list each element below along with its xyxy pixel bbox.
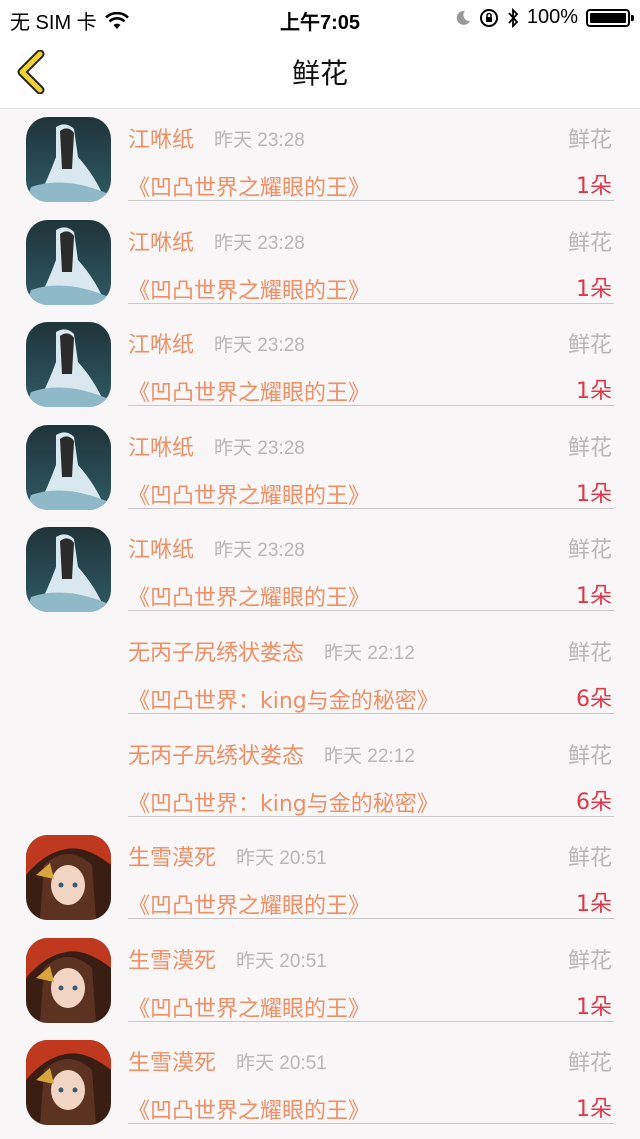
book-title[interactable]: 《凹凸世界：king与金的秘密》 <box>128 683 439 715</box>
sender-name[interactable]: 江咻纸 <box>128 225 194 257</box>
avatar-red-hair[interactable] <box>26 937 111 1023</box>
gift-row[interactable]: 无丙子尻绣状娄态 昨天 22:12 鲜花《凹凸世界：king与金的秘密》 6朵 <box>0 724 640 827</box>
avatar-white-robe[interactable] <box>26 219 111 305</box>
avatar-white-robe[interactable] <box>26 117 111 202</box>
sender-name[interactable]: 无丙子尻绣状娄态 <box>128 738 304 770</box>
sender-name[interactable]: 江咻纸 <box>128 430 194 462</box>
book-title[interactable]: 《凹凸世界之耀眼的王》 <box>128 1093 370 1125</box>
flower-count: 1朵 <box>576 1097 612 1123</box>
nav-bar: 鲜花 <box>0 34 640 109</box>
gift-row[interactable]: 生雪漠死 昨天 20:51 鲜花《凹凸世界之耀眼的王》 1朵 <box>0 929 640 1032</box>
flower-count: 1朵 <box>576 584 612 610</box>
battery-percent: 100% <box>526 6 578 28</box>
row-divider <box>128 507 614 509</box>
gift-row[interactable]: 生雪漠死 昨天 20:51 鲜花《凹凸世界之耀眼的王》 1朵 <box>0 1031 640 1134</box>
gift-row[interactable]: 江咻纸 昨天 23:28 鲜花《凹凸世界之耀眼的王》 1朵 <box>0 416 640 519</box>
sender-name[interactable]: 生雪漠死 <box>128 840 216 872</box>
sender-name[interactable]: 无丙子尻绣状娄态 <box>128 635 304 667</box>
row-divider <box>128 302 614 304</box>
row-divider <box>128 1123 614 1125</box>
gift-type: 鲜花 <box>567 640 612 666</box>
gift-time: 昨天 20:51 <box>236 950 327 972</box>
sender-name[interactable]: 生雪漠死 <box>128 943 216 975</box>
gift-time: 昨天 20:51 <box>236 848 327 870</box>
flower-count: 1朵 <box>576 276 612 302</box>
gift-type: 鲜花 <box>567 435 612 461</box>
flower-count: 6朵 <box>576 789 612 815</box>
flower-count: 1朵 <box>576 481 612 507</box>
gift-time: 昨天 23:28 <box>214 232 305 254</box>
book-title[interactable]: 《凹凸世界之耀眼的王》 <box>128 478 370 510</box>
battery-icon <box>586 8 634 27</box>
gift-row[interactable]: 江咻纸 昨天 23:28 鲜花《凹凸世界之耀眼的王》 1朵 <box>0 518 640 621</box>
status-bar: 无 SIM 卡 上午7:05 100% <box>0 0 640 34</box>
gift-type: 鲜花 <box>567 333 612 359</box>
book-title[interactable]: 《凹凸世界之耀眼的王》 <box>128 888 370 920</box>
page-title: 鲜花 <box>291 57 348 90</box>
bluetooth-icon <box>508 7 519 28</box>
moon-icon <box>456 10 470 25</box>
avatar-white-robe[interactable] <box>26 424 111 510</box>
gift-time: 昨天 20:51 <box>236 1053 327 1075</box>
gift-type: 鲜花 <box>567 1051 612 1077</box>
gift-row[interactable]: 江咻纸 昨天 23:28 鲜花《凹凸世界之耀眼的王》 1朵 <box>0 313 640 416</box>
gift-row[interactable]: 江咻纸 昨天 23:28 鲜花《凹凸世界之耀眼的王》 1朵 <box>0 211 640 314</box>
flower-count: 1朵 <box>576 174 612 199</box>
row-divider <box>128 405 614 407</box>
book-title[interactable]: 《凹凸世界：king与金的秘密》 <box>128 786 439 818</box>
gift-list: 江咻纸 昨天 23:28 鲜花 《凹凸世界之耀眼的王》 1朵 江咻纸 昨天 23:28 鲜花《… <box>0 108 640 1134</box>
sender-name[interactable]: 江咻纸 <box>128 532 194 564</box>
gift-type: 鲜花 <box>567 846 612 872</box>
book-title[interactable]: 《凹凸世界之耀眼的王》 <box>128 273 370 305</box>
gift-row[interactable]: 生雪漠死 昨天 20:51 鲜花《凹凸世界之耀眼的王》 1朵 <box>0 826 640 929</box>
gift-time: 昨天 23:28 <box>214 437 305 459</box>
sender-name[interactable]: 江咻纸 <box>128 122 194 154</box>
row-divider <box>128 815 614 817</box>
gift-time: 昨天 22:12 <box>324 745 415 767</box>
gift-time: 昨天 23:28 <box>214 540 305 562</box>
gift-type: 鲜花 <box>567 128 612 153</box>
row-divider <box>128 610 614 612</box>
avatar-white-robe[interactable] <box>26 527 111 613</box>
book-title[interactable]: 《凹凸世界之耀眼的王》 <box>128 170 370 202</box>
row-divider <box>128 712 614 714</box>
flower-count: 6朵 <box>576 686 612 712</box>
gift-type: 鲜花 <box>567 743 612 769</box>
gift-time: 昨天 22:12 <box>324 642 415 664</box>
avatar-red-hair[interactable] <box>26 1040 111 1126</box>
gift-time: 昨天 23:28 <box>214 130 305 151</box>
sender-name[interactable]: 江咻纸 <box>128 327 194 359</box>
book-title[interactable]: 《凹凸世界之耀眼的王》 <box>128 580 370 612</box>
gift-type: 鲜花 <box>567 948 612 974</box>
row-divider <box>128 918 614 920</box>
row-divider <box>128 200 614 201</box>
row-divider <box>128 1020 614 1022</box>
avatar-white-robe[interactable] <box>26 322 111 408</box>
gift-time: 昨天 23:28 <box>214 335 305 357</box>
avatar-red-hair[interactable] <box>26 835 111 921</box>
book-title[interactable]: 《凹凸世界之耀眼的王》 <box>128 991 370 1023</box>
gift-row[interactable]: 无丙子尻绣状娄态 昨天 22:12 鲜花《凹凸世界：king与金的秘密》 6朵 <box>0 621 640 724</box>
sender-name[interactable]: 生雪漠死 <box>128 1045 216 1077</box>
gift-type: 鲜花 <box>567 230 612 256</box>
flower-count: 1朵 <box>576 994 612 1020</box>
gift-row[interactable]: 江咻纸 昨天 23:28 鲜花《凹凸世界之耀眼的王》 1朵 <box>0 108 640 211</box>
rotation-lock-icon <box>479 8 498 27</box>
flower-count: 1朵 <box>576 892 612 918</box>
flower-count: 1朵 <box>576 379 612 405</box>
book-title[interactable]: 《凹凸世界之耀眼的王》 <box>128 375 370 407</box>
gift-type: 鲜花 <box>567 538 612 564</box>
